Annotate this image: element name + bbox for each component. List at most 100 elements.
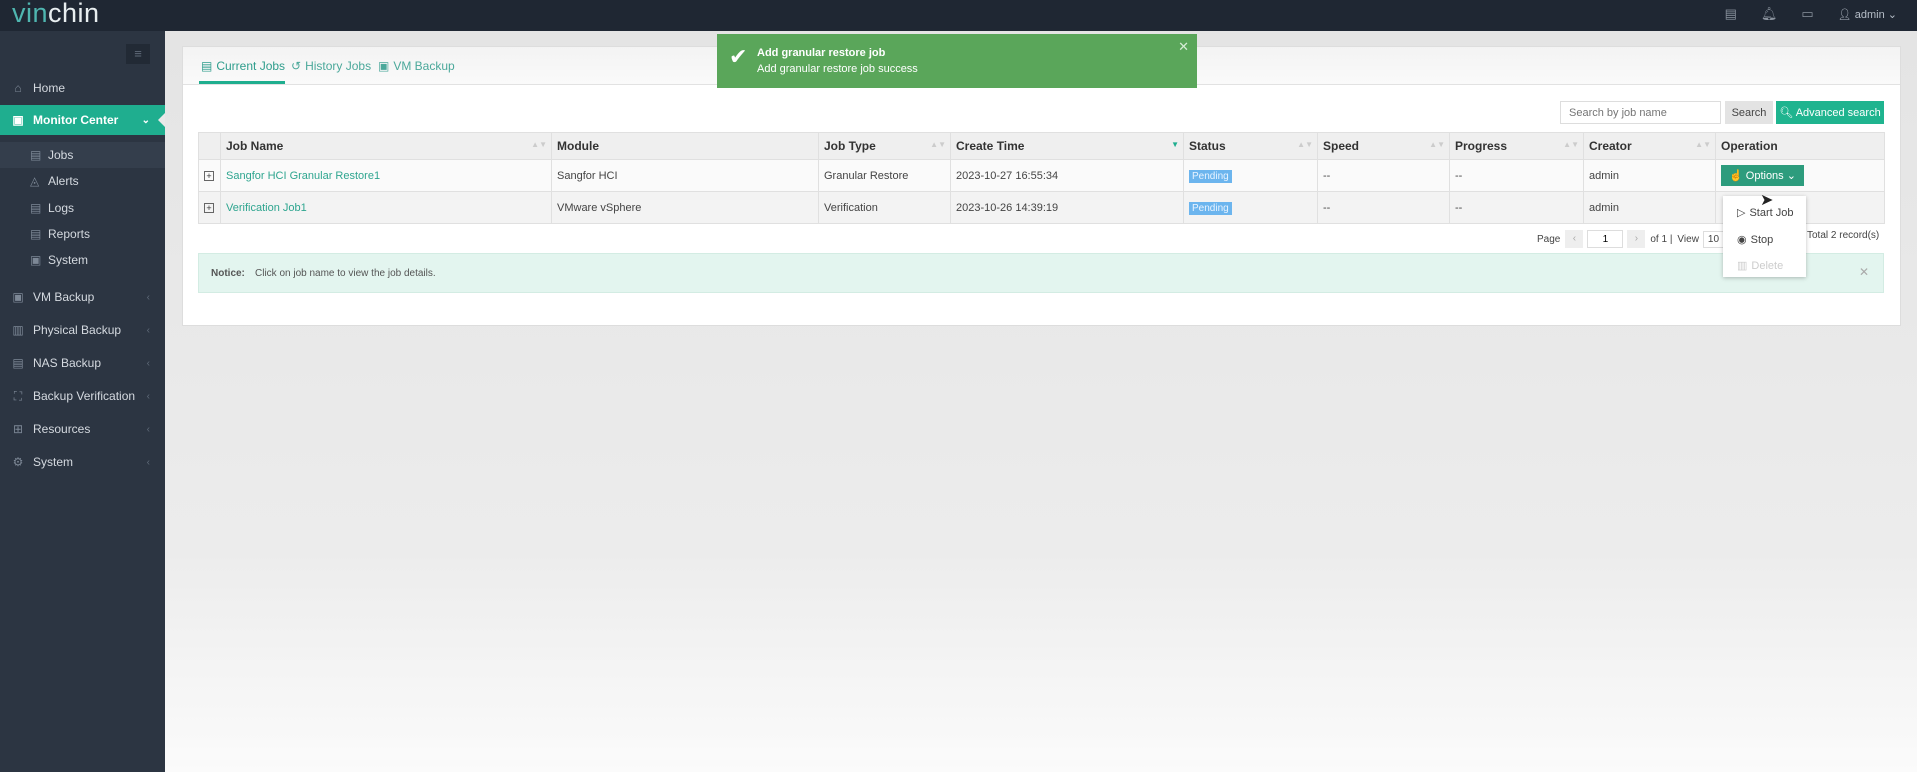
header-job-type[interactable]: Job Type ▲▼ [818,132,951,160]
sidebar-item-label: NAS Backup [33,356,102,370]
hand-icon: ☝ [1729,170,1743,182]
sidebar-item-resources[interactable]: ⊞ Resources ‹ [0,414,165,444]
tab-label: History Jobs [305,59,372,73]
advanced-search-button[interactable]: 🔍︎ Advanced search [1776,101,1884,124]
notice-text: Click on job name to view the job detail… [255,268,436,279]
bell-icon[interactable]: 🔔︎ [1761,6,1778,22]
job-type-cell: Verification [818,191,951,224]
job-name-link[interactable]: Verification Job1 [226,202,307,214]
user-name: admin [1854,8,1885,21]
expand-icon[interactable]: + [204,170,214,181]
user-icon: 👤︎ [1837,8,1852,21]
vinchin-logo[interactable]: vinchin [12,0,100,29]
sidebar-item-nas-backup[interactable]: ▤ NAS Backup ‹ [0,348,165,378]
next-page-button[interactable]: › [1627,230,1646,248]
total-records: Total 2 record(s) [1807,230,1880,241]
sort-icon: ▲▼ [930,140,946,149]
close-icon[interactable]: ✕ [1178,39,1189,55]
tab-history-jobs[interactable]: ↺ History Jobs [291,59,371,73]
page-label: Page [1537,233,1561,245]
sidebar-item-label: Jobs [48,148,74,162]
chevron-left-icon: ‹ [146,423,150,435]
log-icon: ▤ [30,201,42,215]
grid-icon: ⊞ [12,422,24,436]
table-row: + Sangfor HCI Granular Restore1 Sangfor … [198,159,1885,192]
sidebar-item-system[interactable]: ⚙ System ‹ [0,447,165,477]
sidebar-item-label: Physical Backup [33,323,122,337]
sidebar-sub-system[interactable]: ▣ System [0,247,165,273]
sidebar-item-vm-backup[interactable]: ▣ VM Backup ‹ [0,282,165,312]
toast-title: Add granular restore job [757,47,886,59]
create-time-cell: 2023-10-27 16:55:34 [950,159,1184,192]
speed-cell: -- [1317,191,1450,224]
progress-cell: -- [1449,159,1584,192]
search-input[interactable] [1560,101,1721,124]
header-create-time[interactable]: Create Time ▼ [950,132,1184,160]
nas-icon: ▤ [12,356,24,370]
sidebar-item-label: Backup Verification [33,389,136,403]
menu-item-stop[interactable]: ◉ Stop [1737,233,1773,247]
sidebar: ≡ ⌂ Home ▣ Monitor Center ⌄ ▤ Jobs ◬ Alerts ▤… [0,31,165,772]
expand-icon[interactable]: + [204,202,214,213]
sidebar-item-home[interactable]: ⌂ Home [0,73,165,103]
sort-icon: ▲▼ [1563,140,1579,149]
logo-part: vin [12,0,49,28]
status-badge: Pending [1189,201,1232,215]
user-menu[interactable]: 👤︎ admin ⌄ [1838,8,1897,21]
sidebar-item-label: VM Backup [33,290,95,304]
sidebar-sub-reports[interactable]: ▤ Reports [0,221,165,247]
prev-page-button[interactable]: ‹ [1565,230,1584,248]
system-icon: ▣ [30,253,42,267]
create-time-cell: 2023-10-26 14:39:19 [950,191,1184,224]
menu-toggle-icon[interactable]: ≡ [126,44,150,64]
chevron-left-icon: ‹ [146,291,150,303]
check-icon: ✔ [729,44,748,69]
list-icon: ▤ [201,59,213,73]
tab-label: Current Jobs [216,59,286,73]
creator-cell: admin [1583,159,1716,192]
creator-cell: admin [1583,191,1716,224]
notice-label: Notice: [211,268,245,279]
server-icon[interactable]: ▤ [1725,6,1737,22]
sidebar-item-backup-verification[interactable]: ⛶ Backup Verification ‹ [0,381,165,411]
list-icon: ▤ [30,148,42,162]
job-name-link[interactable]: Sangfor HCI Granular Restore1 [226,170,380,182]
logo-part: chin [48,0,100,28]
chevron-left-icon: ‹ [146,390,150,402]
tab-current-jobs[interactable]: ▤ Current Jobs [198,59,286,84]
close-icon[interactable]: ✕ [1859,265,1869,279]
header-job-name[interactable]: Job Name ▲▼ [220,132,552,160]
sidebar-item-label: System [48,253,89,267]
header-module: Module [551,132,819,160]
sort-icon: ▲▼ [1297,140,1313,149]
sidebar-item-label: System [33,455,74,469]
header-creator[interactable]: Creator ▲▼ [1583,132,1716,160]
view-label: View [1677,233,1699,245]
chevron-down-icon: ⌄ [141,114,150,126]
sort-icon: ▲▼ [531,140,547,149]
sidebar-item-physical-backup[interactable]: ▥ Physical Backup ‹ [0,315,165,345]
monitor-icon[interactable]: ▭ [1801,6,1813,22]
chevron-left-icon: ‹ [146,357,150,369]
stop-icon: ◉ [1737,234,1747,246]
header-speed[interactable]: Speed ▲▼ [1317,132,1450,160]
sidebar-item-label: Monitor Center [33,113,119,127]
pagination: Page ‹ › of 1 | View 10 [1537,230,1739,248]
sidebar-item-monitor-center[interactable]: ▣ Monitor Center ⌄ [0,105,165,135]
options-button[interactable]: ☝ Options ⌄ [1721,165,1804,186]
sidebar-sub-logs[interactable]: ▤ Logs [0,195,165,221]
search-button[interactable]: Search [1725,101,1773,124]
chevron-left-icon: ‹ [146,456,150,468]
play-icon: ▷ [1737,207,1746,219]
tab-vm-backup[interactable]: ▣ VM Backup [378,59,455,73]
sidebar-sub-alerts[interactable]: ◬ Alerts [0,168,165,194]
header-progress[interactable]: Progress ▲▼ [1449,132,1584,160]
module-cell: VMware vSphere [551,191,819,224]
sidebar-sub-jobs[interactable]: ▤ Jobs [0,142,165,168]
trash-icon: ▥ [1737,260,1748,272]
sort-icon: ▲▼ [1429,140,1445,149]
sort-icon: ▲▼ [1695,140,1711,149]
jobs-table: Job Name ▲▼ Module Job Type ▲▼ Create Time… [198,132,1885,224]
page-input[interactable] [1587,230,1624,248]
header-status[interactable]: Status ▲▼ [1183,132,1318,160]
